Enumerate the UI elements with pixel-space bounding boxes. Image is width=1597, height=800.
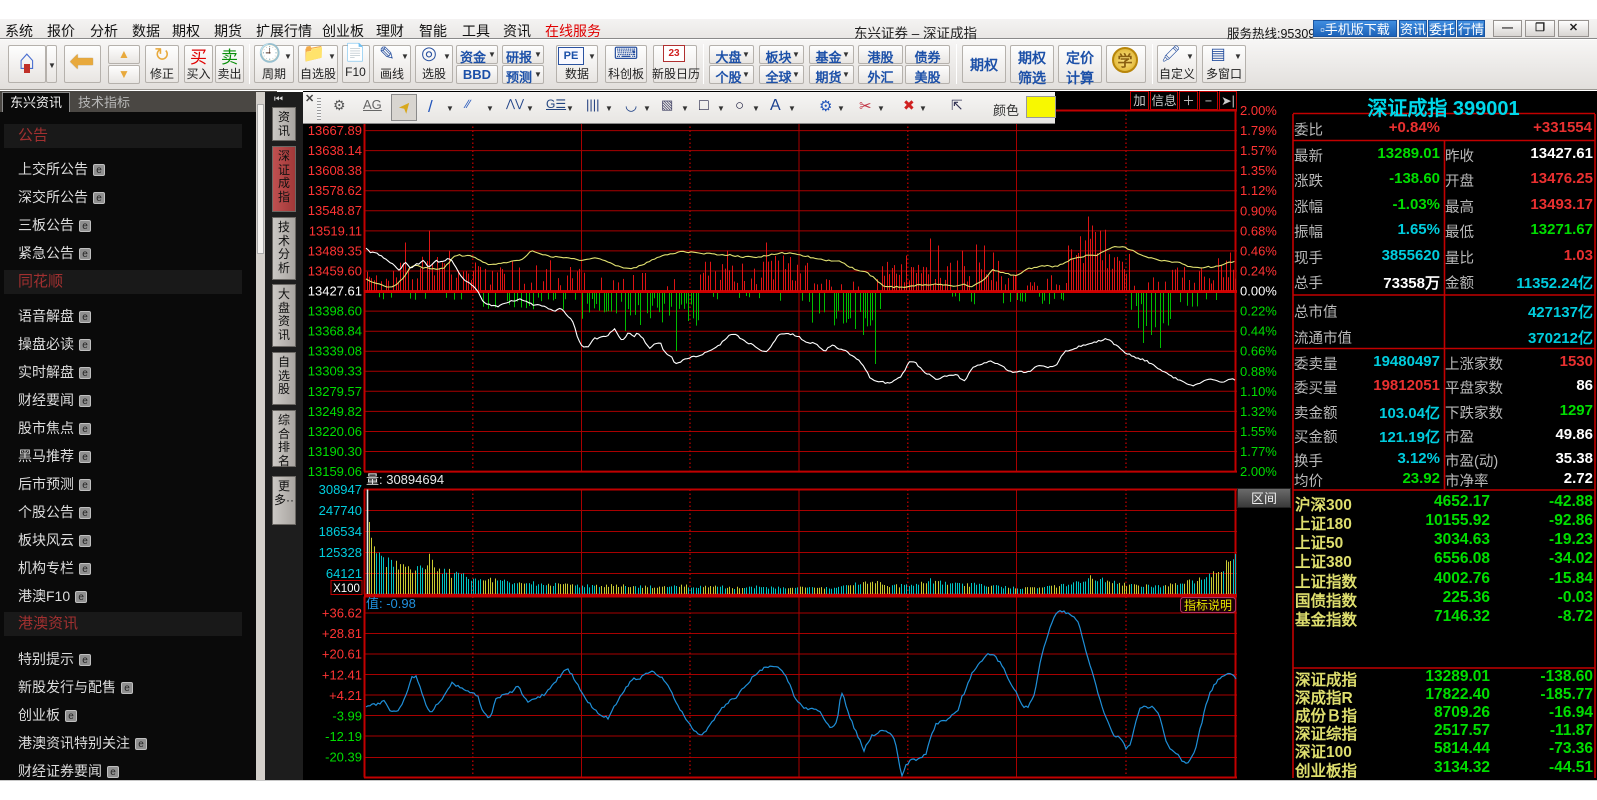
svg-text:13279.57: 13279.57 [308, 384, 362, 399]
svg-text:13190.30: 13190.30 [308, 444, 362, 459]
svg-text:13368.84: 13368.84 [308, 324, 362, 339]
svg-text:308947: 308947 [319, 482, 362, 497]
svg-text:1.32%: 1.32% [1240, 404, 1277, 419]
svg-text:247740: 247740 [319, 503, 362, 518]
svg-text:+20.61: +20.61 [322, 647, 362, 662]
svg-text:0.90%: 0.90% [1240, 203, 1277, 218]
svg-text:13339.08: 13339.08 [308, 344, 362, 359]
svg-text:0.00%: 0.00% [1240, 284, 1277, 299]
svg-text:+4.21: +4.21 [329, 688, 362, 703]
svg-text:13398.60: 13398.60 [308, 304, 362, 319]
svg-text:-3.99: -3.99 [332, 709, 362, 724]
svg-text:13459.60: 13459.60 [308, 263, 362, 278]
svg-text:13309.33: 13309.33 [308, 364, 362, 379]
svg-text:X100: X100 [333, 583, 360, 595]
svg-text:值: -0.98: 值: -0.98 [366, 596, 416, 611]
svg-text:1.77%: 1.77% [1240, 444, 1277, 459]
svg-text:13608.38: 13608.38 [308, 163, 362, 178]
svg-text:13548.87: 13548.87 [308, 203, 362, 218]
svg-text:量: 30894694: 量: 30894694 [366, 472, 444, 487]
svg-text:13159.06: 13159.06 [308, 464, 362, 479]
svg-text:0.22%: 0.22% [1240, 304, 1277, 319]
svg-text:+12.41: +12.41 [322, 667, 362, 682]
svg-text:13578.62: 13578.62 [308, 183, 362, 198]
svg-text:13638.14: 13638.14 [308, 143, 362, 158]
svg-text:0.88%: 0.88% [1240, 364, 1277, 379]
svg-text:2.00%: 2.00% [1240, 464, 1277, 479]
svg-text:0.66%: 0.66% [1240, 344, 1277, 359]
svg-text:2.00%: 2.00% [1240, 103, 1277, 118]
svg-text:0.44%: 0.44% [1240, 324, 1277, 339]
svg-text:186534: 186534 [319, 524, 362, 539]
svg-text:13249.82: 13249.82 [308, 404, 362, 419]
svg-text:13427.61: 13427.61 [308, 283, 362, 298]
svg-text:13519.11: 13519.11 [309, 223, 362, 238]
svg-text:1.79%: 1.79% [1240, 123, 1277, 138]
svg-text:0.24%: 0.24% [1240, 263, 1277, 278]
svg-text:13667.89: 13667.89 [308, 123, 362, 138]
svg-text:125328: 125328 [319, 545, 362, 560]
svg-text:+36.62: +36.62 [322, 606, 362, 621]
svg-text:1.35%: 1.35% [1240, 163, 1277, 178]
svg-text:1.55%: 1.55% [1240, 424, 1277, 439]
svg-text:1.10%: 1.10% [1240, 384, 1277, 399]
svg-text:13489.35: 13489.35 [308, 243, 362, 258]
svg-text:+28.81: +28.81 [322, 626, 362, 641]
svg-text:64121: 64121 [326, 566, 362, 581]
svg-text:1.12%: 1.12% [1240, 183, 1277, 198]
svg-text:0.68%: 0.68% [1240, 223, 1277, 238]
svg-text:0.46%: 0.46% [1240, 243, 1277, 258]
svg-text:1.57%: 1.57% [1240, 143, 1277, 158]
svg-text:-20.39: -20.39 [325, 750, 362, 765]
svg-text:-12.19: -12.19 [325, 729, 362, 744]
svg-text:指标说明: 指标说明 [1184, 598, 1232, 613]
svg-text:13220.06: 13220.06 [308, 424, 362, 439]
